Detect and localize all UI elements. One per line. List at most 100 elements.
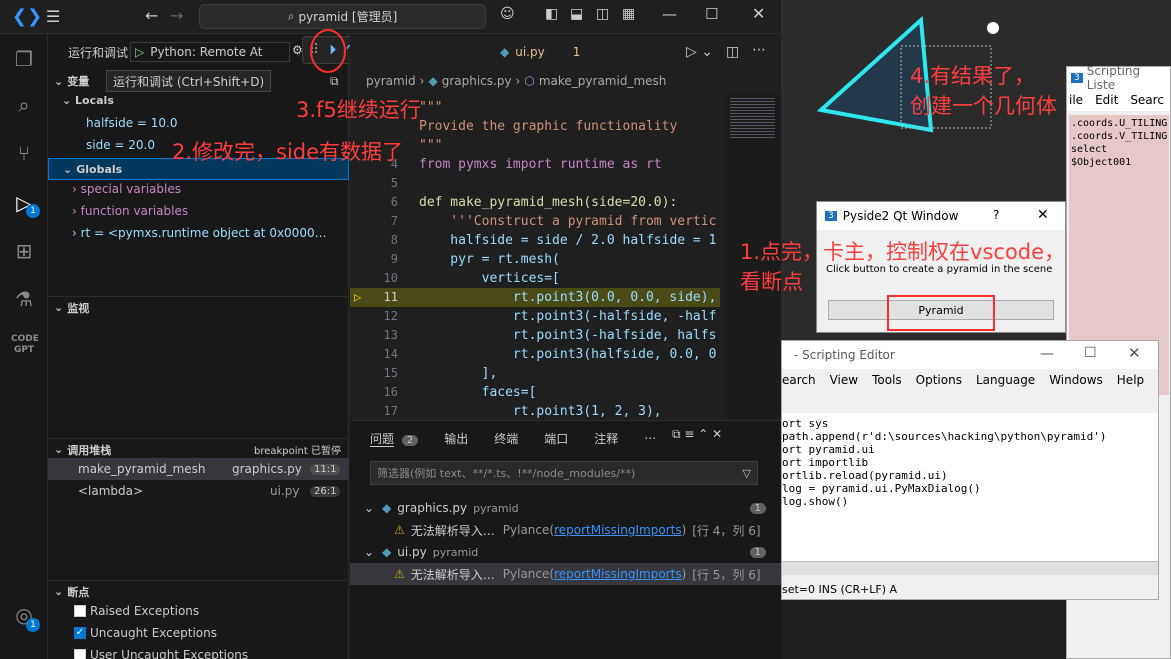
code-text: halfside = side / 2.0 halfside = 1 [419, 233, 717, 248]
code-line[interactable]: 6 def make_pyramid_mesh(side=20.0): [350, 193, 720, 212]
search-view-icon[interactable]: ⌕ [11, 92, 37, 118]
line-number: 16 [383, 385, 398, 399]
menu-search[interactable]: earch [782, 373, 816, 387]
layout-split-icon[interactable]: ◫ [596, 6, 609, 22]
codegpt-icon[interactable]: CODE GPT [11, 334, 39, 360]
code-line[interactable]: 14 rt.point3(halfside, 0.0, 0 [350, 345, 720, 364]
variable-halfside[interactable]: halfside = 10.0 [86, 116, 178, 130]
testing-icon[interactable]: ⚗ [11, 286, 37, 312]
debug-config-select[interactable]: ▷ Python: Remote At [130, 42, 290, 62]
breakpoints-header[interactable]: ⌄ 断点 [48, 580, 349, 602]
run-file-icon[interactable]: ▷ ⌄ [686, 44, 713, 60]
source-control-icon[interactable]: ⑂ [11, 140, 37, 166]
variable-rt[interactable]: › rt = <pymxs.runtime object at 0x0000… [72, 226, 347, 240]
breakpoint-raised[interactable]: Raised Exceptions [74, 604, 199, 618]
code-line[interactable]: 12 rt.point3(-halfside, -half [350, 307, 720, 326]
menu-windows[interactable]: Windows [1049, 373, 1103, 387]
code-line[interactable]: 9 pyr = rt.mesh( [350, 250, 720, 269]
tab-problems[interactable]: 问题 2 [370, 430, 419, 447]
code-line[interactable]: 17 rt.point3(1, 2, 3), [350, 402, 720, 421]
run-debug-label: 运行和调试 [68, 45, 129, 60]
back-icon[interactable]: ← [145, 6, 158, 25]
problem-item[interactable]: ⚠ 无法解析导入… Pylance (reportMissingImports) … [394, 519, 774, 541]
watch-header[interactable]: ⌄ 监视 [48, 296, 349, 318]
layout-panel-icon[interactable]: ⬓ [570, 6, 583, 22]
listener-menu-edit[interactable]: Edit [1095, 93, 1118, 107]
maximize-icon[interactable]: ☐ [705, 5, 718, 23]
menu-view[interactable]: View [830, 373, 858, 387]
tab-terminal[interactable]: 终端 [494, 430, 518, 447]
tab-ports[interactable]: 端口 [544, 430, 568, 447]
forward-icon[interactable]: → [170, 6, 183, 25]
stack-frame[interactable]: make_pyramid_mesh graphics.py 11:1 [48, 458, 349, 480]
close-icon[interactable]: ✕ [1037, 207, 1049, 223]
copilot-icon[interactable]: ☺ [500, 6, 515, 22]
tab-comments[interactable]: 注释 [594, 430, 618, 447]
locals-node[interactable]: ⌄ Locals [62, 94, 114, 107]
code-text: """ [419, 138, 443, 153]
problems-filter-input[interactable]: 筛选器(例如 text、**/*.ts、!**/node_modules/**)… [370, 461, 758, 485]
command-search[interactable]: ⌕ pyramid [管理员] [199, 4, 486, 29]
breakpoint-uncaught[interactable]: ✓ Uncaught Exceptions [74, 626, 217, 640]
maximize-icon[interactable]: ☐ [1084, 345, 1097, 361]
start-debug-icon[interactable]: ▷ [135, 45, 144, 59]
line-number: 5 [390, 176, 398, 190]
menu-language[interactable]: Language [976, 373, 1035, 387]
more-tabs-icon[interactable]: ⋯ [644, 431, 656, 445]
listener-menu-file[interactable]: ile [1069, 93, 1083, 107]
code-line[interactable]: 4 from pymxs import runtime as rt [350, 155, 720, 174]
layout-sidebar-icon[interactable]: ◧ [545, 6, 558, 22]
account-badge: 1 [26, 618, 40, 632]
tab-output[interactable]: 输出 [444, 430, 468, 447]
split-editor-icon[interactable]: ◫ [726, 44, 739, 60]
checkbox[interactable] [74, 649, 86, 659]
layout-custom-icon[interactable]: ▦ [622, 6, 635, 22]
stack-frame[interactable]: <lambda> ui.py 26:1 [48, 480, 349, 502]
problem-link[interactable]: reportMissingImports [554, 567, 681, 581]
breakpoint-user-uncaught[interactable]: User Uncaught Exceptions [74, 648, 248, 659]
code-line[interactable]: 5 [350, 174, 720, 193]
continue-highlight-circle [310, 29, 346, 73]
function-variables-node[interactable]: › function variables [72, 204, 188, 218]
checkbox-checked[interactable]: ✓ [74, 627, 86, 639]
problem-item[interactable]: ⚠ 无法解析导入… Pylance (reportMissingImports) … [350, 563, 781, 585]
checkbox[interactable] [74, 605, 86, 617]
code-editor: ◆ ui.py 1 ▷ ⌄ ◫ ⋯ pyramid › ◆ graphics.py ›… [350, 34, 781, 419]
collapse-all-icon[interactable]: ⧉ [330, 74, 339, 89]
special-variables-node[interactable]: › special variables [72, 182, 181, 196]
script-code-area[interactable]: ort sys path.append(r'd:\sources\hacking… [782, 413, 1158, 561]
callstack-header[interactable]: ⌄ 调用堆栈 breakpoint 已暂停 [48, 438, 349, 460]
problem-group[interactable]: ⌄ ◆ ui.py pyramid 1 [364, 541, 774, 563]
panel-actions-icon[interactable]: ⧉ ≡ ⌃ ✕ [672, 427, 722, 442]
menu-options[interactable]: Options [916, 373, 962, 387]
minimize-icon[interactable]: — [662, 5, 677, 23]
breadcrumb[interactable]: pyramid › ◆ graphics.py › ⬡ make_pyramid_mes… [366, 72, 666, 90]
menu-icon[interactable]: ☰ [46, 7, 60, 26]
breakpoint-arrow-icon[interactable]: ▷ [354, 290, 361, 304]
code-line[interactable]: 7 '''Construct a pyramid from vertic [350, 212, 720, 231]
problem-link[interactable]: reportMissingImports [554, 523, 681, 537]
close-icon[interactable]: ✕ [752, 4, 765, 23]
code-line[interactable]: 10 vertices=[ [350, 269, 720, 288]
scripting-editor-window: - Scripting Editor — ☐ ✕ earch View Tool… [781, 340, 1159, 600]
menu-tools[interactable]: Tools [872, 373, 902, 387]
explorer-icon[interactable]: ❐ [11, 46, 37, 72]
code-line[interactable]: 13 rt.point3(-halfside, halfs [350, 326, 720, 345]
close-icon[interactable]: ✕ [1128, 344, 1141, 362]
help-button[interactable]: ? [993, 208, 999, 222]
variable-side[interactable]: side = 20.0 [86, 138, 155, 152]
code-line[interactable]: 8 halfside = side / 2.0 halfside = 1 [350, 231, 720, 250]
code-line[interactable]: 15 ], [350, 364, 720, 383]
extensions-icon[interactable]: ⊞ [11, 238, 37, 264]
listener-menu-search[interactable]: Searc [1130, 93, 1164, 107]
more-actions-icon[interactable]: ⋯ [752, 42, 766, 58]
code-line[interactable]: """ [350, 136, 720, 155]
minimize-icon[interactable]: — [1040, 346, 1054, 362]
editor-tab[interactable]: ◆ ui.py 1 [500, 38, 580, 66]
code-line[interactable]: 11 rt.point3(0.0, 0.0, side), [350, 288, 720, 307]
problem-group[interactable]: ⌄ ◆ graphics.py pyramid 1 [364, 497, 774, 519]
horizontal-scrollbar[interactable] [782, 561, 1158, 575]
menu-help[interactable]: Help [1117, 373, 1144, 387]
filter-icon[interactable]: ▽ [743, 467, 751, 480]
code-line[interactable]: 16 faces=[ [350, 383, 720, 402]
